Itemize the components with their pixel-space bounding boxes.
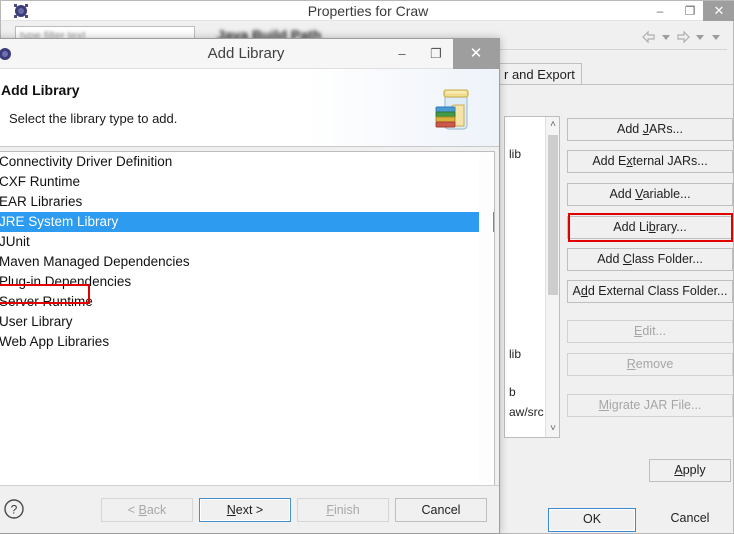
add-library-dialog: Add Library – ❐ ✕ Add Library Select the… [0,38,500,534]
maximize-button[interactable]: ❐ [675,1,705,21]
library-type-item[interactable]: Server Runtime [0,292,494,312]
add-variable-button-label: Add Variable... [609,187,691,201]
ok-button[interactable]: OK [548,508,636,532]
library-type-item[interactable]: JUnit [0,232,494,252]
migrate-jar-file-button: Migrate JAR File... [567,394,733,417]
add-external-jars-button[interactable]: Add External JARs... [567,150,733,173]
apply-button-label: Apply [674,463,706,477]
cancel-button[interactable]: Cancel [395,498,487,522]
chevron-down-icon[interactable] [662,34,670,40]
tree-row[interactable]: lib [509,147,521,161]
next-button-label: Next > [226,503,264,517]
svg-text:?: ? [11,503,18,517]
add-variable-button[interactable]: Add Variable... [567,183,733,206]
library-list-scrollbar[interactable] [479,153,493,516]
ok-button-label: OK [582,512,602,526]
next-button[interactable]: Next > [199,498,291,522]
remove-button-label: Remove [626,357,674,371]
add-library-button[interactable]: Add Library... [567,216,733,239]
back-button: < Back [101,498,193,522]
tree-scrollbar[interactable]: ˄ ˅ [545,117,559,437]
dialog-footer: ? < Back Next > Finish Cancel [0,485,499,533]
remove-button: Remove [567,353,733,376]
tab-underline [497,84,734,85]
finish-button-label: Finish [326,503,360,517]
arrow-left-icon[interactable] [641,29,657,45]
add-external-jars-button-label: Add External JARs... [592,154,708,168]
library-type-item[interactable]: EAR Libraries [0,192,494,212]
edit-button: Edit... [567,320,733,343]
dialog-titlebar: Add Library – ❐ ✕ [0,39,499,69]
library-type-item[interactable]: User Library [0,312,494,332]
add-class-folder-button-label: Add Class Folder... [597,252,703,266]
cancel-button-label: Cancel [670,511,710,525]
library-type-item[interactable]: Maven Managed Dependencies [0,252,494,272]
close-button[interactable]: ✕ [703,1,734,21]
library-type-item[interactable]: Connectivity Driver Definition [0,152,494,172]
chevron-down-icon-3[interactable] [712,34,720,40]
migrate-jar-file-button-label: Migrate JAR File... [598,398,702,412]
dialog-header-description: Select the library type to add. [9,111,178,126]
screenshot-root: Properties for Craw – ❐ ✕ type filter te… [0,0,734,534]
properties-window-title: Properties for Craw [307,3,429,19]
arrow-right-icon[interactable] [675,29,691,45]
build-path-tree[interactable]: lib lib b aw/src ˄ ˅ [504,116,560,438]
library-type-rows: Connectivity Driver Definition CXF Runtim… [0,152,494,352]
properties-titlebar: Properties for Craw – ❐ ✕ [1,1,734,21]
dialog-maximize-button[interactable]: ❐ [419,39,453,69]
add-class-folder-button[interactable]: Add Class Folder... [567,248,733,271]
chevron-down-icon-2[interactable] [696,34,704,40]
finish-button: Finish [297,498,389,522]
add-external-class-folder-button[interactable]: Add External Class Folder... [567,280,733,303]
tab-order-and-export[interactable]: r and Export [497,63,582,85]
add-external-class-folder-button-label: Add External Class Folder... [572,284,728,298]
scroll-up-arrow[interactable]: ˄ [546,117,559,133]
tree-row[interactable]: b [509,385,516,399]
library-type-item[interactable]: Plug-in Dependencies [0,272,494,292]
navigation-toolbar [641,29,723,45]
tab-strip: r and Export [497,63,582,85]
add-jars-button-label: Add JARs... [616,122,683,136]
cancel-button[interactable]: Cancel [646,508,734,532]
dialog-minimize-button[interactable]: – [385,39,419,69]
tree-row[interactable]: aw/src [509,405,544,419]
scroll-down-arrow[interactable]: ˅ [546,421,559,437]
dialog-header: Add Library Select the library type to a… [0,69,499,147]
add-library-button-label: Add Library... [613,220,687,234]
library-type-item[interactable]: Web App Libraries [0,332,494,352]
scrollbar-thumb[interactable] [548,135,558,295]
dialog-close-button[interactable]: ✕ [453,39,499,69]
jar-with-books-icon [427,79,485,137]
cancel-button-label: Cancel [421,503,461,517]
back-button-label: < Back [127,503,167,517]
add-jars-button[interactable]: Add JARs... [567,118,733,141]
library-type-list[interactable]: Connectivity Driver Definition CXF Runtim… [0,151,495,517]
apply-button[interactable]: Apply [649,459,731,482]
library-type-item[interactable]: CXF Runtime [0,172,494,192]
tree-row[interactable]: lib [509,347,521,361]
library-type-item[interactable]: JRE System Library [0,212,494,232]
minimize-button[interactable]: – [645,1,675,21]
dialog-header-title: Add Library [1,82,80,98]
question-mark-icon[interactable]: ? [3,498,25,520]
edit-button-label: Edit... [634,324,666,338]
